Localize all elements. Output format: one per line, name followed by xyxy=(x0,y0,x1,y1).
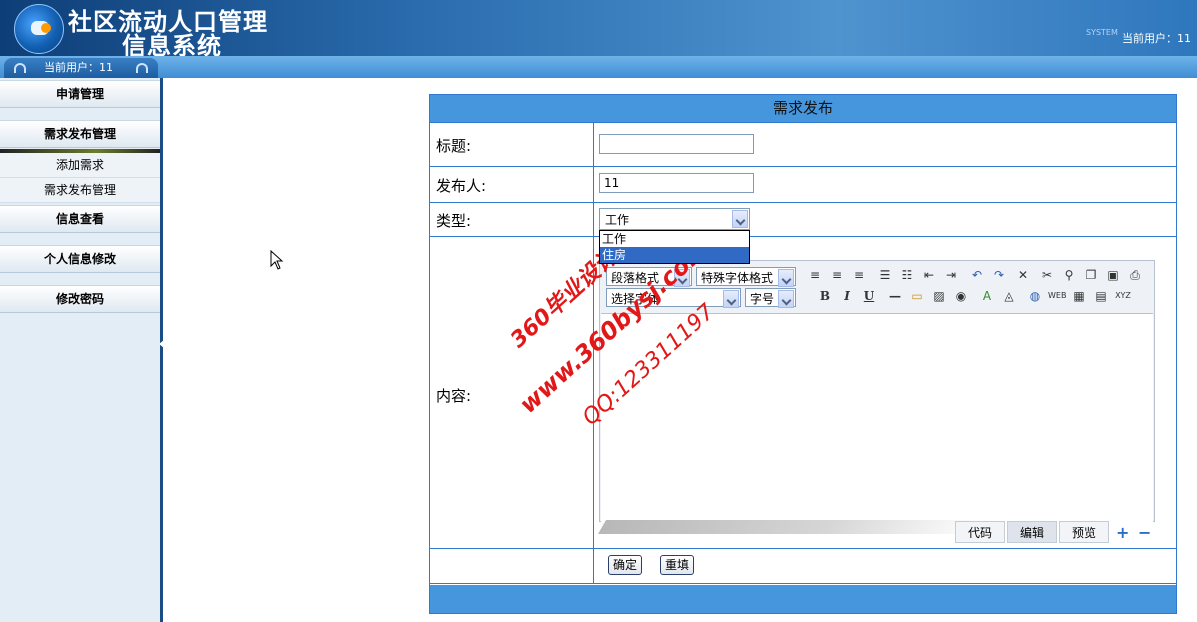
type-label: 类型: xyxy=(436,212,472,230)
current-user-label: 当前用户：11 xyxy=(44,61,113,74)
chevron-down-icon xyxy=(778,290,794,308)
tab-code[interactable]: 代码 xyxy=(955,521,1005,543)
align-center-icon[interactable]: ≡ xyxy=(828,266,846,284)
bg-color-icon[interactable]: ◬ xyxy=(1000,287,1018,305)
menu-info[interactable]: 信息查看 xyxy=(0,205,160,233)
confirm-button[interactable]: 确定 xyxy=(608,555,643,575)
xml-icon[interactable]: XYZ xyxy=(1114,287,1132,305)
redo-icon[interactable]: ↷ xyxy=(990,266,1008,284)
mouse-cursor-icon xyxy=(270,250,284,270)
app-title-line2: 信息系统 xyxy=(122,31,222,56)
arch-left-icon xyxy=(14,63,26,73)
current-user-tab: 当前用户：11 xyxy=(4,58,158,78)
sidebar-divider[interactable] xyxy=(160,78,163,622)
insert-image-icon[interactable]: ▨ xyxy=(930,287,948,305)
bullet-list-icon[interactable]: ☰ xyxy=(876,266,894,284)
reset-button[interactable]: 重填 xyxy=(660,555,695,575)
indent-icon[interactable]: ⇥ xyxy=(942,266,960,284)
submenu-manage-demand[interactable]: 需求发布管理 xyxy=(0,178,160,203)
system-mark: SYSTEM xyxy=(1086,28,1118,37)
chevron-down-icon xyxy=(778,269,794,287)
rich-text-editor: 段落格式 特殊字体格式 选择字体 字号 ≡ ≡ ≡ ☰ ☷ ⇤ ⇥ ↶ ↷ ✕ … xyxy=(599,260,1155,522)
web-icon[interactable]: WEB xyxy=(1048,287,1066,305)
insert-media-icon[interactable]: ◉ xyxy=(952,287,970,305)
demand-form: 需求发布 标题: 发布人: 类型: 工作 内容: 段落格式 特殊字体格式 选择字… xyxy=(429,94,1177,614)
paste-icon[interactable]: ▣ xyxy=(1104,266,1122,284)
tab-edit[interactable]: 编辑 xyxy=(1007,521,1057,543)
content-label: 内容: xyxy=(436,387,472,405)
chevron-down-icon xyxy=(723,290,739,308)
underline-icon[interactable]: U xyxy=(860,287,878,305)
type-option-work[interactable]: 工作 xyxy=(600,231,749,247)
publisher-input[interactable] xyxy=(599,173,754,193)
title-label: 标题: xyxy=(436,137,472,155)
title-input[interactable] xyxy=(599,134,754,154)
insert-link-icon[interactable]: ◍ xyxy=(1026,287,1044,305)
submenu-add-demand[interactable]: 添加需求 xyxy=(0,153,160,178)
arch-right-icon xyxy=(136,63,148,73)
tab-preview[interactable]: 预览 xyxy=(1059,521,1109,543)
app-header: 社区流动人口管理 信息系统 SYSTEM 当前用户：11 xyxy=(0,0,1197,56)
sidebar: 申请管理 需求发布管理 添加需求 需求发布管理 信息查看 个人信息修改 修改密码 xyxy=(0,78,160,622)
font-color-icon[interactable]: A xyxy=(978,287,996,305)
cut-icon[interactable]: ✂ xyxy=(1038,266,1056,284)
numbered-list-icon[interactable]: ☷ xyxy=(898,266,916,284)
special-format-select[interactable]: 特殊字体格式 xyxy=(696,267,796,287)
type-option-housing[interactable]: 住房 xyxy=(600,247,749,263)
font-size-select[interactable]: 字号 xyxy=(745,288,796,308)
insert-table-icon[interactable]: ▦ xyxy=(1070,287,1088,305)
type-dropdown-list[interactable]: 工作 住房 xyxy=(599,230,750,264)
plus-icon[interactable]: + xyxy=(1116,523,1129,542)
menu-demand[interactable]: 需求发布管理 xyxy=(0,120,160,148)
insert-folder-icon[interactable]: ▭ xyxy=(908,287,926,305)
undo-icon[interactable]: ↶ xyxy=(968,266,986,284)
collapse-arrow-icon[interactable] xyxy=(159,340,164,348)
italic-icon[interactable]: I xyxy=(838,287,856,305)
special-format-value: 特殊字体格式 xyxy=(701,271,774,285)
find-icon[interactable]: ⚲ xyxy=(1060,266,1078,284)
insert-form-icon[interactable]: ▤ xyxy=(1092,287,1110,305)
copy-icon[interactable]: ❐ xyxy=(1082,266,1100,284)
horizontal-rule-icon[interactable]: — xyxy=(886,287,904,305)
outdent-icon[interactable]: ⇤ xyxy=(920,266,938,284)
form-title: 需求发布 xyxy=(430,95,1176,122)
type-select[interactable]: 工作 xyxy=(599,208,750,230)
delete-icon[interactable]: ✕ xyxy=(1014,266,1032,284)
chevron-down-icon[interactable] xyxy=(732,210,748,228)
sub-bar: 当前用户：11 xyxy=(0,56,1197,78)
logo-icon xyxy=(14,4,64,54)
align-right-icon[interactable]: ≡ xyxy=(850,266,868,284)
menu-password[interactable]: 修改密码 xyxy=(0,285,160,313)
minus-icon[interactable]: − xyxy=(1138,523,1151,542)
align-left-icon[interactable]: ≡ xyxy=(806,266,824,284)
print-icon[interactable]: ⎙ xyxy=(1126,266,1144,284)
form-footer-bar xyxy=(430,585,1176,613)
publisher-label: 发布人: xyxy=(436,177,487,195)
bold-icon[interactable]: B xyxy=(816,287,834,305)
font-size-value: 字号 xyxy=(750,292,775,306)
editor-shadow xyxy=(597,520,987,534)
menu-apply[interactable]: 申请管理 xyxy=(0,80,160,108)
current-user-header: 当前用户：11 xyxy=(1122,32,1191,45)
menu-profile[interactable]: 个人信息修改 xyxy=(0,245,160,273)
